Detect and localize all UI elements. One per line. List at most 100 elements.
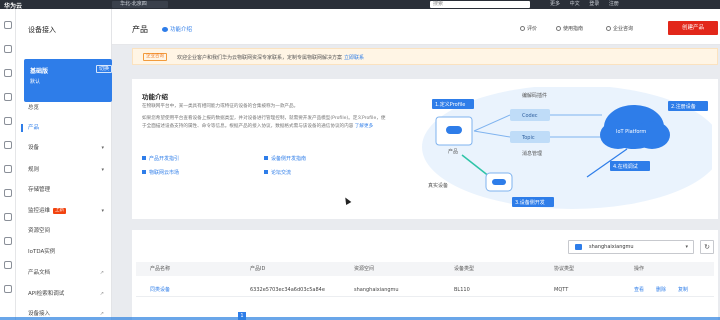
refresh-icon: ↻ bbox=[704, 243, 710, 251]
sidebar-title: 设备接入 bbox=[28, 26, 56, 34]
server-icon[interactable] bbox=[4, 213, 12, 221]
topbar-link-login[interactable]: 登录 bbox=[589, 1, 599, 7]
sidebar-item-product-docs[interactable]: 产品文档 ↗ bbox=[16, 264, 112, 282]
chevron-down-icon: ▾ bbox=[101, 145, 104, 151]
chevron-down-icon: ▾ bbox=[101, 167, 104, 173]
col-resource-space: 资源空间 bbox=[354, 266, 375, 272]
refresh-button[interactable]: ↻ bbox=[700, 240, 714, 254]
sidebar-item-resource-space[interactable]: 资源空间 bbox=[16, 222, 112, 240]
sidebar-item-overview[interactable]: 总览 bbox=[16, 99, 112, 117]
codec-label: Codec bbox=[522, 113, 538, 119]
notice-message: 欢迎企业客户和我们华为云物联网资深专家联系，定制专属物联网解决方案 bbox=[177, 55, 343, 61]
sidebar-item-label: 监控运维 bbox=[28, 208, 51, 214]
learn-more-link[interactable]: 了解更多 bbox=[355, 124, 373, 129]
workflow-diagram: 1.定义Profile 产品 编解码插件 Codec Topic 消息管理 Io… bbox=[422, 87, 712, 209]
monitor-icon[interactable] bbox=[4, 141, 12, 149]
consult-label: 企业咨询 bbox=[613, 26, 634, 32]
intro-desc-2: 如果您希望使用平台查看设备上报的数据类型，并对设备进行管理控制，就需要开发产品模… bbox=[142, 115, 388, 131]
edition-switch-button[interactable]: 切换 bbox=[96, 65, 112, 73]
guide-button[interactable]: 使用指南 bbox=[556, 25, 583, 32]
resource-space-icon bbox=[575, 244, 582, 250]
topbar-link-lang[interactable]: 中文 bbox=[570, 1, 580, 7]
topbar-link-register[interactable]: 注册 bbox=[609, 1, 619, 7]
notice-badge: 企业咨询 bbox=[143, 53, 167, 61]
sidebar-item-product[interactable]: 产品 bbox=[16, 119, 112, 137]
database-icon[interactable] bbox=[4, 117, 12, 125]
resource-space-select[interactable]: shanghaixiangmu ▾ bbox=[568, 240, 694, 254]
page-header: 产品 功能介绍 评价 使用指南 企业咨询 创建产品 bbox=[112, 9, 720, 45]
intro-link[interactable]: 功能介绍 bbox=[162, 25, 192, 33]
step-4-label: 4.在线调试 bbox=[613, 163, 638, 170]
edition-name: 基础版 bbox=[30, 68, 49, 75]
col-product-id: 产品ID bbox=[250, 266, 266, 272]
cloud-icon[interactable] bbox=[4, 45, 12, 53]
sidebar-item-storage[interactable]: 存储管理 bbox=[16, 181, 112, 199]
sidebar-item-label: 产品文档 bbox=[28, 270, 51, 276]
sidebar-item-device[interactable]: 设备 ▾ bbox=[16, 139, 112, 157]
global-search-input[interactable]: 搜索 bbox=[430, 1, 530, 8]
delete-action[interactable]: 删除 bbox=[656, 283, 666, 297]
user-icon[interactable] bbox=[4, 285, 12, 293]
grid-icon[interactable] bbox=[4, 93, 12, 101]
device-icon[interactable] bbox=[4, 69, 12, 77]
enterprise-notice: 企业咨询 欢迎企业客户和我们华为云物联网资深专家联系，定制专属物联网解决方案 立即… bbox=[132, 48, 718, 65]
consult-button[interactable]: 企业咨询 bbox=[606, 25, 633, 32]
new-badge: 上新 bbox=[53, 208, 67, 214]
link-forum[interactable]: 论坛交流 bbox=[264, 169, 291, 176]
sidebar-item-label: 存储管理 bbox=[28, 187, 51, 193]
col-actions: 操作 bbox=[634, 266, 645, 272]
sidebar-item-label: 设备 bbox=[28, 145, 40, 151]
real-device-icon bbox=[492, 179, 506, 185]
table-row: 同类设备 6332e5703ec34a6d03c5a84e shanghaixi… bbox=[136, 283, 714, 297]
service-icon-rail bbox=[0, 9, 16, 320]
sidebar-item-label: 总览 bbox=[28, 105, 40, 111]
sidebar-item-iotda-instance[interactable]: IoTDA实例 bbox=[16, 243, 112, 261]
platform-label: IoT Platform bbox=[616, 129, 646, 135]
copy-action[interactable]: 复制 bbox=[678, 283, 688, 297]
feedback-label: 评价 bbox=[527, 26, 538, 32]
external-link-icon: ↗ bbox=[99, 270, 104, 276]
link-device-dev-guide[interactable]: 设备侧开发指南 bbox=[264, 155, 306, 162]
view-action[interactable]: 查看 bbox=[634, 283, 644, 297]
link-iot-marketplace[interactable]: 物联网云市场 bbox=[142, 169, 179, 176]
col-protocol: 协议类型 bbox=[554, 266, 575, 272]
resource-space: shanghaixiangmu bbox=[354, 287, 399, 293]
product-id: 6332e5703ec34a6d03c5a84e bbox=[250, 287, 325, 293]
globe-icon[interactable] bbox=[4, 261, 12, 269]
product-label: 产品 bbox=[448, 148, 458, 155]
contact-now-link[interactable]: 立即联系 bbox=[344, 55, 364, 61]
edition-card[interactable]: 基础版 切换 默认 bbox=[24, 59, 112, 102]
intro-desc-1: 在物联网平台中，某一类具有相同能力或特征的设备的合集被称为一款产品。 bbox=[142, 104, 299, 109]
resource-space-value: shanghaixiangmu bbox=[589, 244, 634, 250]
region-selector[interactable]: 华北-北京四 bbox=[112, 1, 168, 8]
shield-icon[interactable] bbox=[4, 237, 12, 245]
protocol-type: MQTT bbox=[554, 287, 569, 293]
settings-icon[interactable] bbox=[4, 165, 12, 173]
external-link-icon: ↗ bbox=[99, 291, 104, 297]
product-icon bbox=[446, 126, 462, 134]
home-icon[interactable] bbox=[4, 21, 12, 29]
product-name-link[interactable]: 同类设备 bbox=[150, 283, 170, 297]
create-product-button[interactable]: 创建产品 bbox=[668, 21, 718, 35]
topbar-link-more[interactable]: 更多 bbox=[550, 1, 560, 7]
device-type: BL110 bbox=[454, 287, 470, 293]
chevron-down-icon: ▾ bbox=[685, 244, 688, 250]
notice-text: 欢迎企业客户和我们华为云物联网资深专家联系，定制专属物联网解决方案 立即联系 bbox=[177, 54, 364, 61]
sidebar-item-rules[interactable]: 规则 ▾ bbox=[16, 161, 112, 179]
sidebar-item-api-explorer[interactable]: API检索和调试 ↗ bbox=[16, 285, 112, 303]
sidebar-item-monitoring[interactable]: 监控运维 上新 ▾ bbox=[16, 202, 112, 220]
topbar-links: 更多 中文 登录 注册 bbox=[550, 1, 627, 8]
chart-icon[interactable] bbox=[4, 189, 12, 197]
real-device-label: 真实设备 bbox=[428, 182, 448, 189]
sidebar-item-label: 资源空间 bbox=[28, 228, 51, 234]
feedback-button[interactable]: 评价 bbox=[520, 25, 537, 32]
codec-top-label: 编解码插件 bbox=[522, 92, 547, 99]
intro-link-label: 功能介绍 bbox=[170, 27, 193, 33]
intro-desc-2-text: 如果您希望使用平台查看设备上报的数据类型，并对设备进行管理控制，就需要开发产品模… bbox=[142, 116, 386, 129]
sidebar-item-label: API检索和调试 bbox=[28, 291, 65, 297]
step-1-label: 1.定义Profile bbox=[435, 101, 465, 108]
book-icon bbox=[556, 26, 561, 31]
sidebar-item-label: IoTDA实例 bbox=[28, 249, 56, 255]
link-product-dev-guide[interactable]: 产品开发指引 bbox=[142, 155, 179, 162]
intro-title: 功能介绍 bbox=[142, 93, 168, 101]
